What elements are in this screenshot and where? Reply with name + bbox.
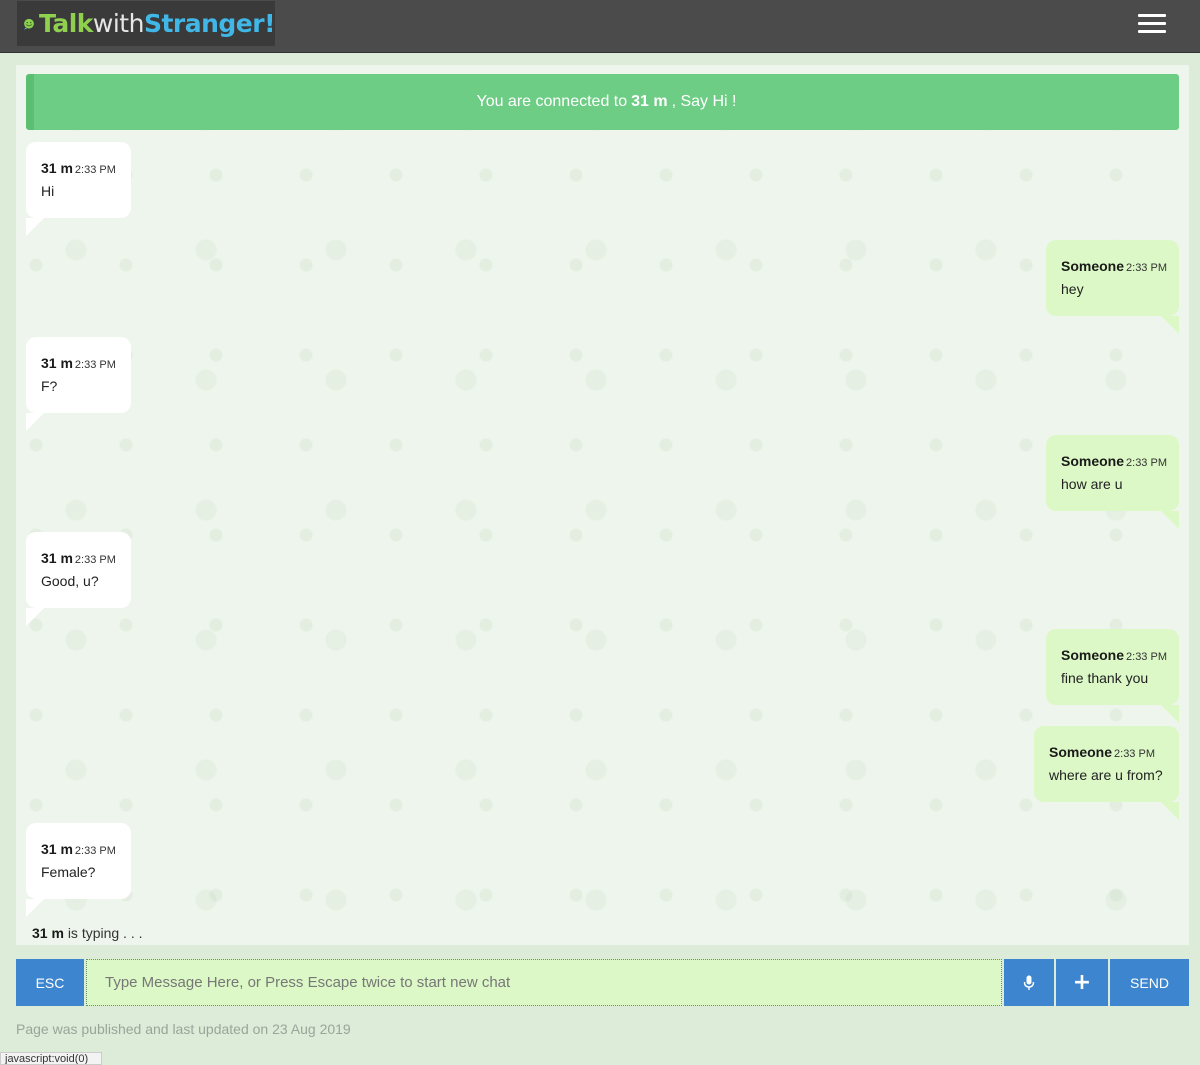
message-outgoing: Someone 2:33 PM where are u from? bbox=[1034, 726, 1179, 820]
hamburger-menu-icon[interactable] bbox=[1138, 14, 1166, 38]
message-outgoing: Someone 2:33 PM hey bbox=[1046, 240, 1179, 334]
message-text: hey bbox=[1061, 281, 1084, 297]
browser-status-bar: javascript:void(0) bbox=[0, 1052, 102, 1065]
message-incoming: 31 m 2:33 PM Good, u? bbox=[26, 532, 131, 626]
message-outgoing: Someone 2:33 PM how are u bbox=[1046, 435, 1179, 529]
smiley-chat-icon bbox=[24, 18, 34, 30]
message-text: how are u bbox=[1061, 476, 1123, 492]
microphone-button[interactable] bbox=[1004, 959, 1054, 1006]
message-text: Good, u? bbox=[41, 573, 99, 589]
typing-indicator: 31 m is typing . . . bbox=[32, 925, 143, 941]
message-incoming: 31 m 2:33 PM F? bbox=[26, 337, 131, 431]
sender-name: 31 m bbox=[41, 550, 73, 566]
site-logo[interactable]: TalkwithStranger! bbox=[17, 1, 276, 46]
message-time: 2:33 PM bbox=[1126, 262, 1167, 274]
message-time: 2:33 PM bbox=[74, 845, 116, 857]
sender-name: Someone bbox=[1061, 258, 1125, 274]
sender-name: 31 m bbox=[41, 160, 73, 176]
top-bar: TalkwithStranger! bbox=[0, 0, 1200, 53]
sender-name: 31 m bbox=[41, 355, 73, 371]
message-time: 2:33 PM bbox=[1114, 748, 1155, 760]
message-text: F? bbox=[41, 378, 58, 394]
message-input[interactable] bbox=[86, 959, 1002, 1006]
sender-name: Someone bbox=[1061, 453, 1125, 469]
esc-button[interactable]: ESC bbox=[16, 959, 84, 1006]
message-text: Female? bbox=[41, 864, 96, 880]
sender-name: 31 m bbox=[41, 841, 73, 857]
footer-note: Page was published and last updated on 2… bbox=[16, 1021, 351, 1037]
message-text: where are u from? bbox=[1049, 767, 1163, 783]
message-text: Hi bbox=[41, 183, 55, 199]
sender-name: Someone bbox=[1049, 744, 1113, 760]
microphone-icon bbox=[1023, 975, 1035, 990]
send-button[interactable]: SEND bbox=[1110, 959, 1189, 1006]
message-incoming: 31 m 2:33 PM Hi bbox=[26, 142, 131, 236]
message-time: 2:33 PM bbox=[1126, 651, 1167, 663]
sender-name: Someone bbox=[1061, 647, 1125, 663]
chat-panel: You are connected to 31 m, Say Hi ! 31 m2… bbox=[16, 65, 1189, 945]
plus-icon: + bbox=[1072, 970, 1092, 995]
site-name: TalkwithStranger! bbox=[39, 9, 276, 38]
message-input-row: ESC + SEND bbox=[16, 959, 1189, 1006]
message-incoming: 31 m 2:33 PM Female? bbox=[26, 823, 131, 917]
message-outgoing: Someone 2:33 PM fine thank you bbox=[1046, 629, 1179, 723]
message-time: 2:33 PM bbox=[74, 554, 116, 566]
connection-banner: You are connected to 31 m, Say Hi ! bbox=[26, 74, 1179, 130]
plus-button[interactable]: + bbox=[1056, 959, 1108, 1006]
message-time: 2:33 PM bbox=[74, 359, 116, 371]
message-time: 2:33 PM bbox=[1126, 457, 1167, 469]
message-time: 2:33 PM bbox=[74, 164, 116, 176]
message-text: fine thank you bbox=[1061, 670, 1149, 686]
